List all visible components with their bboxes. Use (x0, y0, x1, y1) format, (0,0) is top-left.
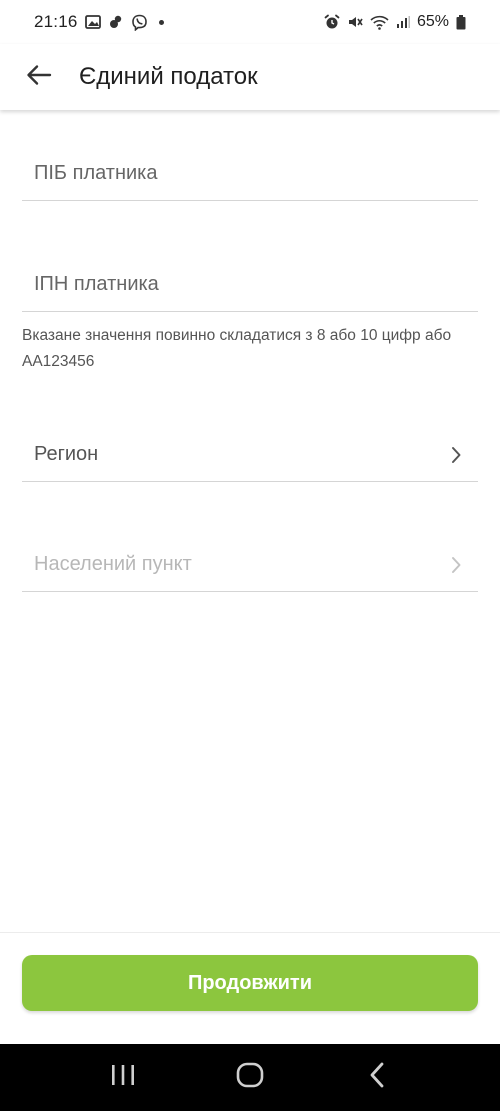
battery-percentage: 65% (416, 13, 449, 30)
continue-button[interactable]: Продовжити (22, 955, 478, 1011)
region-select[interactable]: Регион (22, 412, 478, 482)
page-title: Єдиний податок (79, 63, 258, 90)
recent-apps-button[interactable] (93, 1053, 153, 1103)
gallery-icon (84, 15, 101, 29)
status-right: 65% (324, 13, 466, 31)
tax-id-helper-text: Вказане значення повинно складатися з 8 … (22, 327, 452, 370)
arrow-left-icon (26, 63, 52, 92)
payer-name-input[interactable] (22, 162, 414, 185)
back-icon (369, 1062, 385, 1093)
app-bar: Єдиний податок (0, 44, 500, 110)
system-nav-bar (0, 1044, 500, 1111)
status-left: 21:16 (34, 12, 164, 32)
mute-icon (347, 14, 363, 30)
chevron-right-icon (444, 443, 468, 467)
payer-name-field (22, 131, 478, 201)
recent-apps-icon (110, 1064, 136, 1091)
payer-tax-id-input[interactable] (22, 273, 414, 296)
battery-icon (456, 14, 466, 30)
alarm-icon (324, 14, 340, 30)
more-notifications-dot (158, 19, 164, 25)
locality-select[interactable]: Населений пункт (22, 522, 478, 592)
locality-label: Населений пункт (34, 553, 192, 575)
home-icon (236, 1062, 264, 1093)
home-button[interactable] (220, 1053, 280, 1103)
wifi-icon (370, 15, 389, 30)
chevron-right-icon (444, 553, 468, 577)
bottom-divider (0, 932, 500, 933)
notification-icon (108, 14, 124, 30)
back-button[interactable] (15, 53, 63, 101)
system-back-button[interactable] (347, 1053, 407, 1103)
signal-icon (396, 15, 410, 29)
region-label: Регион (34, 443, 99, 465)
status-time: 21:16 (34, 12, 78, 31)
status-bar: 21:16 65% (0, 0, 500, 44)
payer-tax-id-field (22, 242, 478, 312)
viber-icon (131, 14, 148, 31)
